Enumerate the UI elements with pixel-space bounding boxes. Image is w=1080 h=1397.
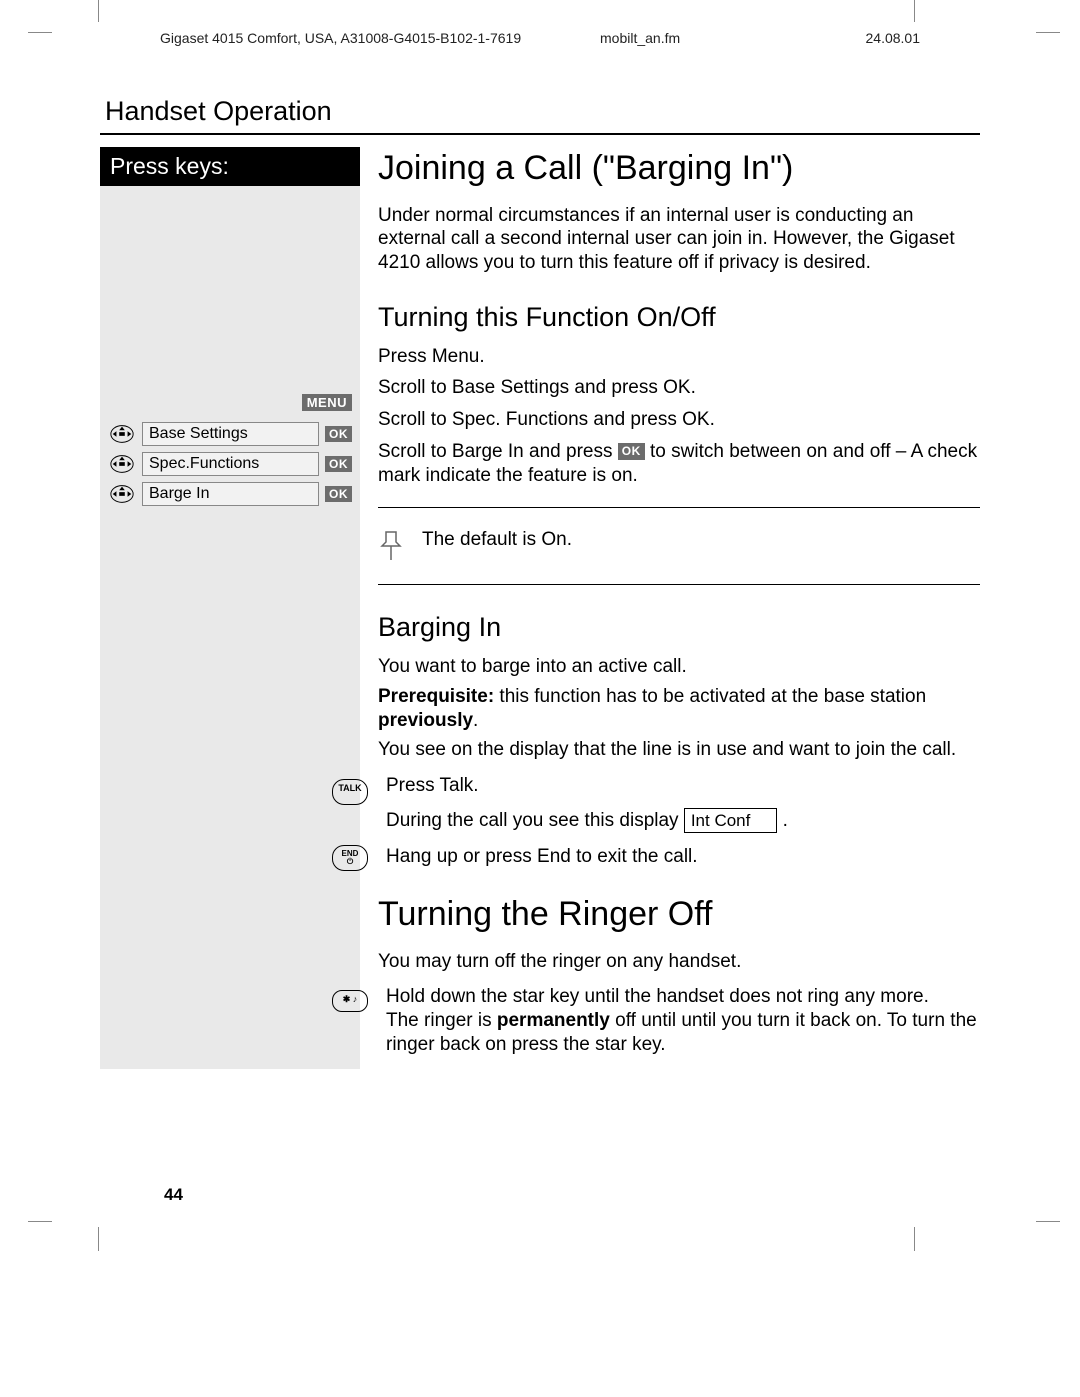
ok-badge: OK (325, 456, 352, 472)
row-hang-up: END⏻ Hang up or press End to exit the ca… (378, 845, 980, 871)
sidebar-step-spec-functions: Spec.Functions OK (108, 452, 352, 476)
note-default-text: The default is On. (422, 528, 572, 552)
pin-icon (378, 528, 404, 564)
cropmark-tl (28, 18, 58, 48)
header-filename: mobilt_an.fm (600, 30, 820, 46)
note-default: The default is On. (378, 528, 980, 564)
press-talk: Press Talk. (386, 774, 980, 798)
prereq-bold: previously (378, 710, 473, 731)
row-press-talk: TALK Press Talk. During the call you see… (378, 774, 980, 833)
ok-badge-inline: OK (618, 443, 645, 460)
step-press-menu: Press Menu. (378, 345, 980, 369)
during-call-post: . (783, 810, 788, 831)
heading-barging-in: Barging In (378, 611, 980, 645)
header-line: Gigaset 4015 Comfort, USA, A31008-G4015-… (100, 30, 980, 46)
sidebar-step-base-settings: Base Settings OK (108, 422, 352, 446)
page-number: 44 (164, 1185, 183, 1205)
divider (378, 584, 980, 585)
step-scroll-barge: Scroll to Barge In and press OK to switc… (378, 440, 980, 488)
step-barge-pre: Scroll to Barge In and press (378, 441, 612, 462)
section-title: Handset Operation (100, 96, 980, 135)
menu-badge: MENU (302, 394, 352, 411)
ringer-p2: Hold down the star key until the handset… (386, 985, 980, 1056)
ringer-p2-bold: permanently (497, 1010, 610, 1031)
cropmark-bl (28, 1207, 58, 1237)
nav-icon (108, 482, 136, 506)
end-key-icon: END⏻ (326, 845, 376, 871)
page: Gigaset 4015 Comfort, USA, A31008-G4015-… (0, 0, 1080, 1397)
content-area: Press keys: MENU Base Settings OK Spe (100, 147, 980, 1069)
ringer-p1: You may turn off the ringer on any hands… (378, 950, 980, 974)
sidebar-header: Press keys: (100, 147, 360, 186)
barge-p1: You want to barge into an active call. (378, 655, 980, 679)
during-call-line: During the call you see this display Int… (386, 808, 980, 833)
sidebar-step-barge-in: Barge In OK (108, 482, 352, 506)
intro-paragraph: Under normal circumstances if an interna… (378, 204, 980, 275)
barge-p2: You see on the display that the line is … (378, 738, 980, 762)
nav-icon (108, 452, 136, 476)
ok-badge: OK (325, 486, 352, 502)
cropmark-tr (900, 18, 930, 48)
cropmark-br (900, 1207, 930, 1237)
nav-icon (108, 422, 136, 446)
cropmark-br2 (1030, 1207, 1060, 1237)
sidebar-step-label: Base Settings (142, 422, 319, 446)
star-key-icon: ✱ ♪ (326, 985, 376, 1012)
divider (378, 507, 980, 508)
prereq-label: Prerequisite: (378, 686, 494, 707)
heading-turn-onoff: Turning this Function On/Off (378, 301, 980, 335)
step-scroll-base: Scroll to Base Settings and press OK. (378, 376, 980, 400)
sidebar-step-label: Barge In (142, 482, 319, 506)
barge-prereq: Prerequisite: this function has to be ac… (378, 685, 980, 733)
heading-turning-ringer-off: Turning the Ringer Off (378, 893, 980, 936)
ok-badge: OK (325, 426, 352, 442)
prereq-end: . (473, 710, 478, 731)
row-press-talk-text: Press Talk. During the call you see this… (386, 774, 980, 833)
sidebar-step-label: Spec.Functions (142, 452, 319, 476)
hang-up-text: Hang up or press End to exit the call. (386, 845, 980, 869)
during-call-pre: During the call you see this display (386, 810, 679, 831)
cropmark-tr2 (1030, 18, 1060, 48)
prereq-text: this function has to be activated at the… (494, 686, 926, 707)
header-doc-id: Gigaset 4015 Comfort, USA, A31008-G4015-… (160, 30, 600, 46)
step-scroll-spec: Scroll to Spec. Functions and press OK. (378, 408, 980, 432)
talk-key-icon: TALK (326, 774, 376, 805)
heading-joining-call: Joining a Call ("Barging In") (378, 147, 980, 190)
row-ringer-star: ✱ ♪ Hold down the star key until the han… (378, 985, 980, 1056)
press-keys-sidebar: Press keys: MENU Base Settings OK Spe (100, 147, 360, 1069)
display-box-intconf: Int Conf (684, 808, 778, 833)
sidebar-body: MENU Base Settings OK Spec.Functions OK (100, 186, 360, 520)
menu-row: MENU (108, 394, 352, 412)
main-body: Joining a Call ("Barging In") Under norm… (378, 147, 980, 1069)
